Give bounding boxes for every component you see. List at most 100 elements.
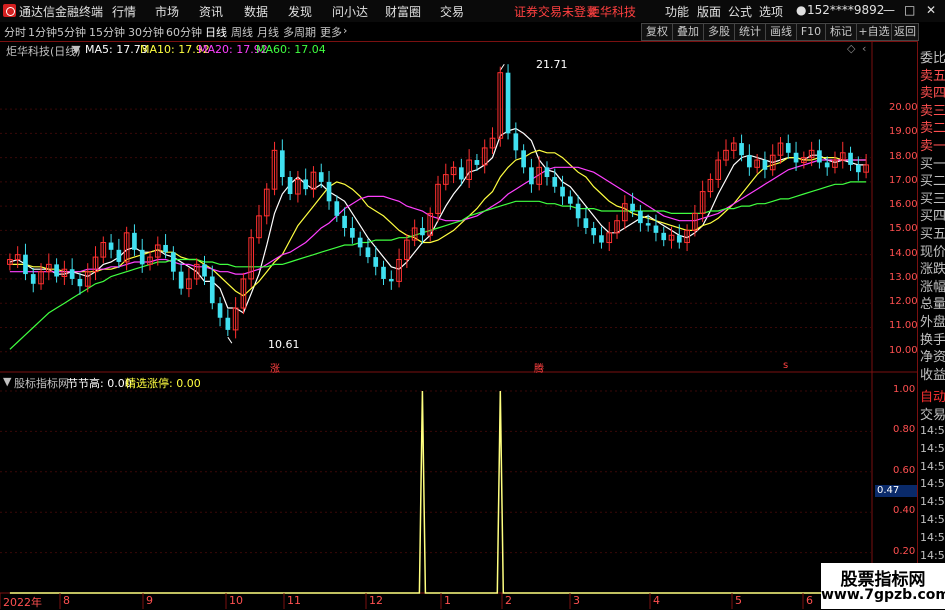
candle-body [638, 211, 643, 224]
candle-body [630, 203, 635, 211]
candle-body [544, 167, 550, 178]
quote-label: 卖二 [920, 121, 945, 137]
candle-body [817, 150, 822, 163]
menu-data[interactable]: 数据 [244, 3, 268, 20]
indicator-y-tick-label: 0.20 [893, 545, 916, 557]
candle-body [357, 237, 363, 248]
candle-body [303, 179, 309, 190]
menu-options[interactable]: 选项 [759, 3, 783, 20]
x-tick-label: 10 [229, 594, 243, 607]
indicator-field-jiejiegao: 节节高: 0.00 [67, 377, 132, 390]
menu-formula[interactable]: 公式 [728, 3, 752, 20]
menu-wealth[interactable]: 财富圈 [385, 3, 421, 20]
chart-options-icon[interactable]: ▼ [72, 43, 80, 56]
trade-time: 14:56 [920, 424, 945, 437]
menu-news[interactable]: 资讯 [199, 3, 223, 20]
indicator-field-jingxuan: 精选涨停: 0.00 [125, 377, 201, 390]
quote-label: 总量 [920, 297, 945, 313]
candle-body [225, 317, 231, 330]
period-weekly[interactable]: 周线 [231, 24, 253, 40]
minimize-icon[interactable]: — [883, 3, 895, 17]
period-30min[interactable]: 30分钟 [128, 24, 164, 40]
candle-body [552, 177, 558, 187]
indicator-y-tick-label: 0.40 [893, 505, 916, 517]
quote-label: 委比 [920, 51, 945, 66]
adjust-button[interactable]: 复权 [641, 23, 673, 41]
indicator-options-icon[interactable]: ▼ [3, 375, 11, 388]
settings-diamond-icon[interactable]: ◇ [847, 42, 855, 55]
candle-body [365, 247, 371, 258]
menu-trade[interactable]: 交易 [440, 3, 464, 20]
candle-body [77, 278, 83, 287]
trade-button[interactable]: 交易 [920, 404, 945, 423]
candle-body [69, 269, 75, 279]
back-button[interactable]: 返回 [891, 23, 919, 41]
chart-area[interactable] [0, 41, 917, 609]
x-tick-label: 6 [806, 594, 813, 607]
f10-button[interactable]: F10 [796, 23, 826, 41]
period-intraday[interactable]: 分时 [4, 24, 26, 40]
trade-time: 14:56 [920, 495, 945, 509]
signal-marker-zhang: 涨 [270, 364, 280, 375]
low-pointer [227, 336, 233, 344]
collapse-chevron-icon[interactable]: ‹ [862, 42, 866, 55]
period-more[interactable]: 更多 [320, 24, 342, 40]
candle-body [661, 232, 667, 241]
trade-login-notice[interactable]: 证券交易未登录 [514, 3, 598, 20]
period-1min[interactable]: 1分钟 [28, 24, 57, 40]
draw-line-button[interactable]: 画线 [765, 23, 797, 41]
menu-quotes[interactable]: 行情 [112, 3, 136, 20]
y-tick-label: 10.00 [889, 344, 918, 356]
trade-time: 14:56 [920, 477, 945, 491]
period-daily[interactable]: 日线 [205, 24, 227, 40]
add-watchlist-button[interactable]: +自选 [856, 23, 892, 41]
menu-ask[interactable]: 问小达 [332, 3, 368, 20]
candle-body [676, 235, 682, 243]
more-chevron-icon[interactable]: › [343, 24, 347, 37]
y-tick-label: 13.00 [889, 271, 918, 283]
candle-body [793, 152, 799, 163]
indicator-y-tick-label: 0.80 [893, 424, 916, 436]
period-monthly[interactable]: 月线 [257, 24, 279, 40]
trade-time: 14:56 [920, 530, 945, 544]
user-name[interactable]: 152****9892 [807, 3, 884, 17]
candle-body [350, 227, 355, 238]
quote-label: 涨幅 [920, 279, 945, 295]
statistics-button[interactable]: 统计 [734, 23, 766, 41]
menu-market[interactable]: 市场 [155, 3, 179, 20]
app-name: 通达信金融终端 [19, 5, 104, 19]
candle-body [54, 264, 59, 277]
quote-label: 买三 [920, 191, 945, 207]
trade-time: 14:56 [920, 441, 945, 455]
period-multi[interactable]: 多周期 [283, 24, 316, 40]
quote-label: 买四 [920, 209, 945, 225]
auto-trade-button[interactable]: 自动 [920, 386, 945, 405]
candle-body [529, 167, 534, 185]
ma5-label: MA5: 17.73 [85, 43, 148, 56]
overlay-button[interactable]: 叠加 [672, 23, 704, 41]
period-15min[interactable]: 15分钟 [89, 24, 125, 40]
quote-label: 现价 [920, 244, 945, 260]
candle-body [521, 150, 526, 168]
candle-body [388, 278, 394, 282]
high-price-label: 21.71 [536, 58, 568, 71]
indicator-y-tick-label: 1.00 [893, 384, 916, 395]
quote-label: 卖五 [920, 68, 945, 84]
period-60min[interactable]: 60分钟 [166, 24, 202, 40]
quote-label: 卖三 [920, 103, 945, 119]
y-tick-label: 12.00 [889, 296, 918, 308]
y-tick-label: 20.00 [889, 102, 918, 114]
user-icon[interactable]: ● [796, 3, 806, 17]
multi-stock-button[interactable]: 多股 [703, 23, 735, 41]
quote-label: 涨跌 [920, 262, 945, 278]
mark-button[interactable]: 标记 [825, 23, 857, 41]
menu-discover[interactable]: 发现 [288, 3, 312, 20]
period-5min[interactable]: 5分钟 [57, 24, 86, 40]
maximize-icon[interactable]: □ [904, 3, 915, 17]
menu-function[interactable]: 功能 [665, 3, 689, 20]
candle-body [591, 227, 597, 236]
close-icon[interactable]: ✕ [926, 3, 936, 17]
menu-layout[interactable]: 版面 [697, 3, 721, 20]
ma-line-ma10 [9, 149, 867, 297]
candle-body [583, 218, 589, 228]
